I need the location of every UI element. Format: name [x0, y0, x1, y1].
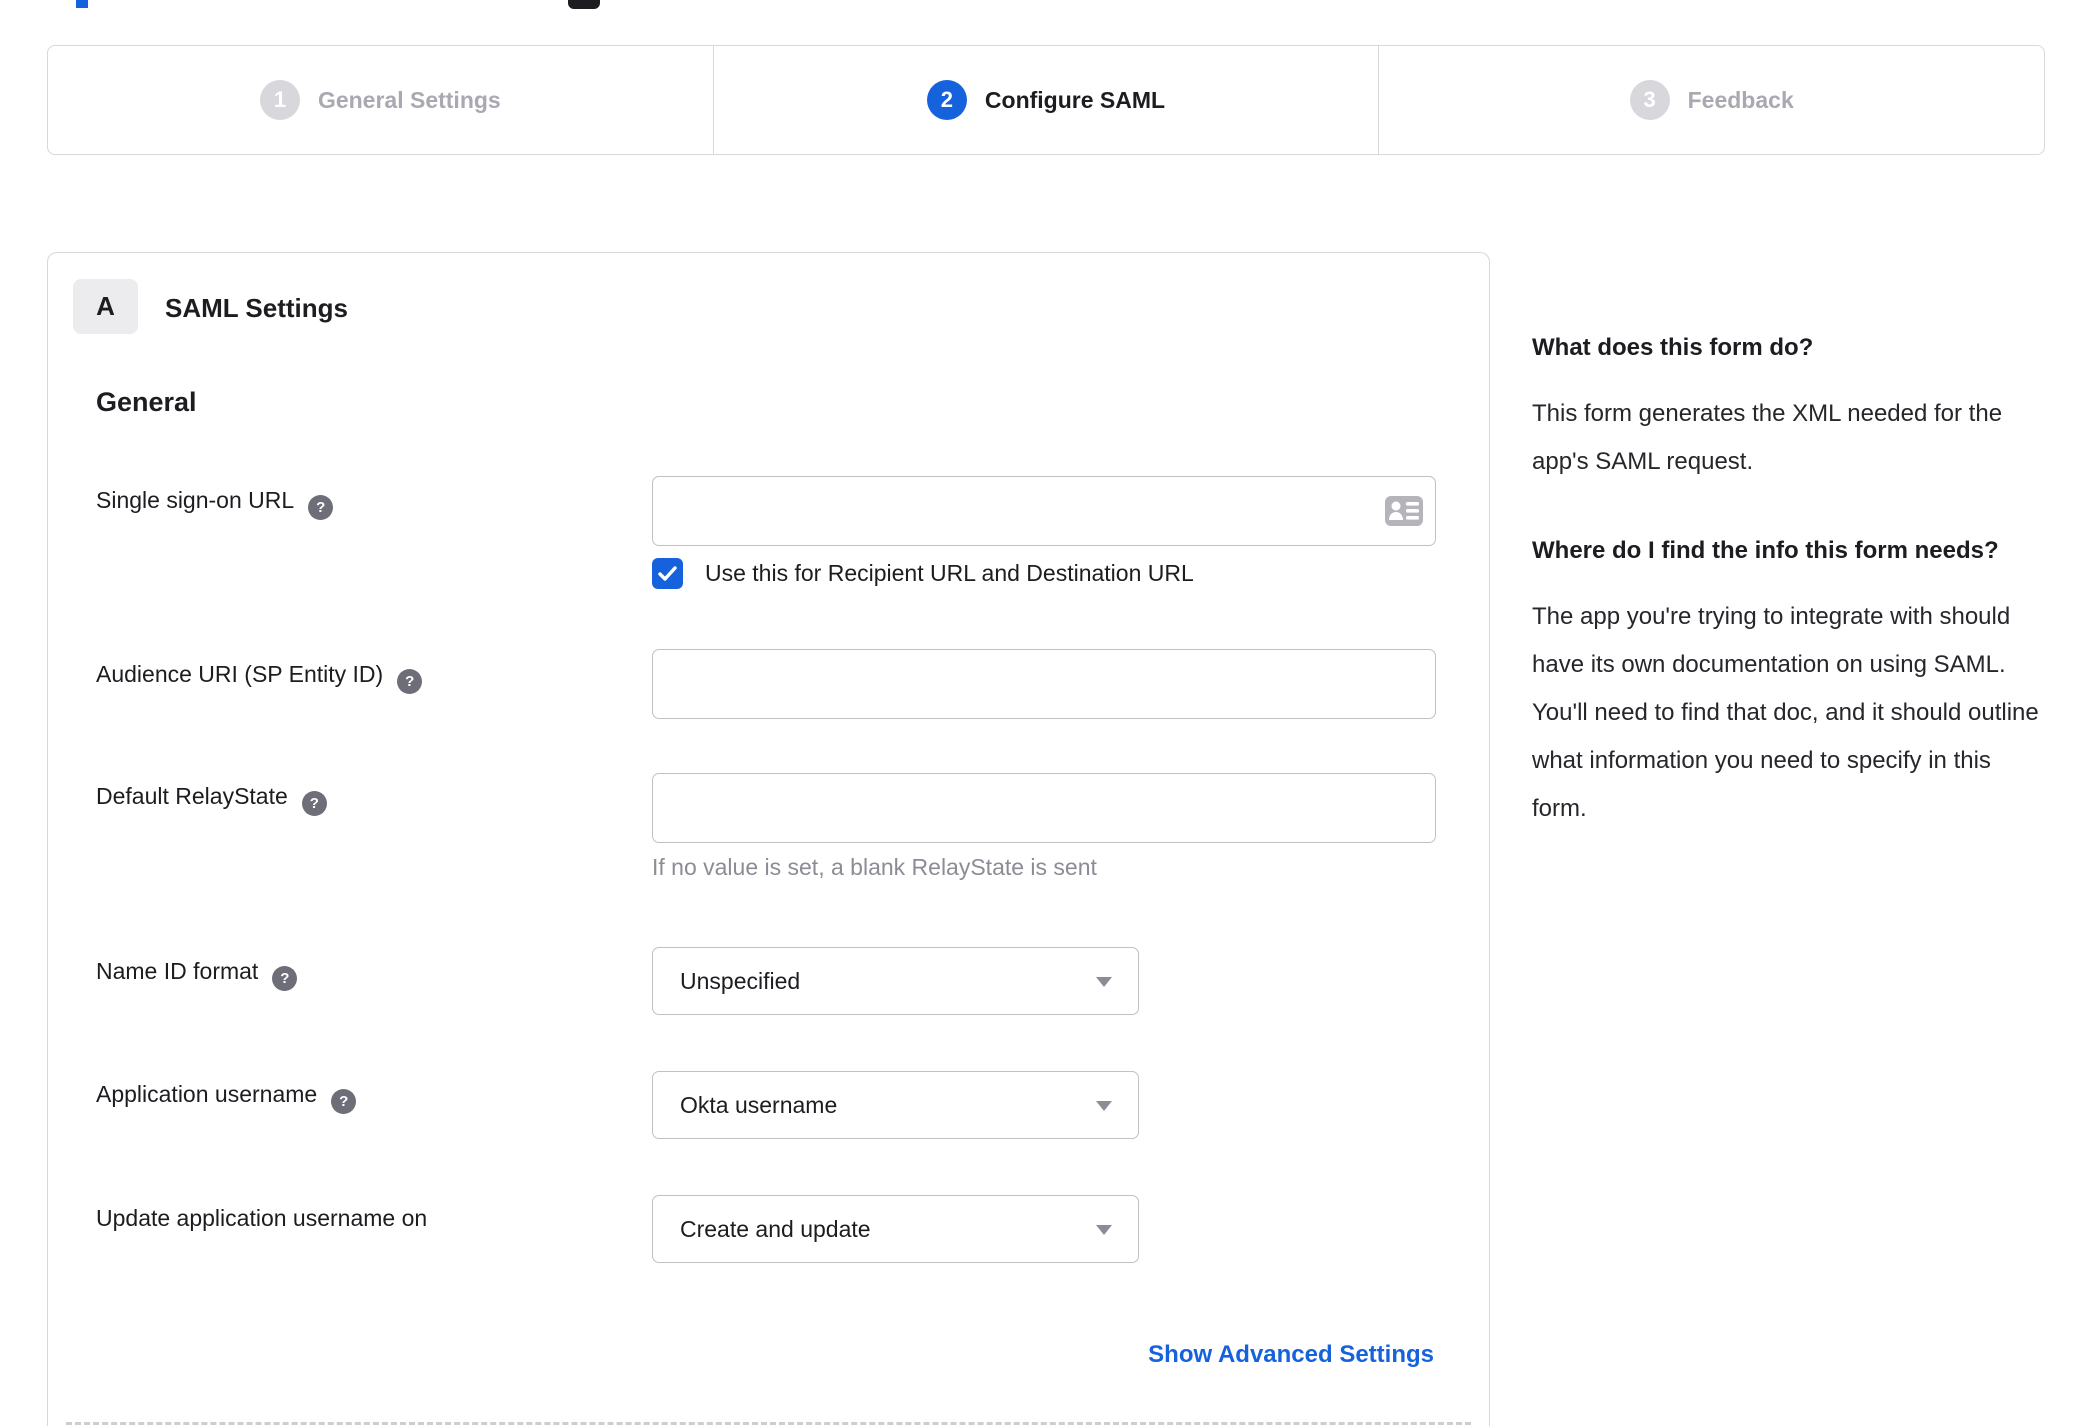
recipient-url-checkbox-row: Use this for Recipient URL and Destinati…: [652, 558, 1194, 589]
help-icon[interactable]: ?: [272, 966, 298, 991]
selected-value: Create and update: [680, 1215, 871, 1242]
step-feedback[interactable]: 3 Feedback: [1378, 46, 2044, 154]
sidebar-body-what: This form generates the XML needed for t…: [1532, 400, 2003, 475]
panel-dashed-divider: [66, 1422, 1471, 1425]
panel-title: SAML Settings: [165, 293, 348, 323]
general-section-title: General: [96, 387, 197, 417]
sidebar-heading-where: Where do I find the info this form needs…: [1532, 537, 1999, 564]
step-label: Configure SAML: [984, 86, 1166, 113]
sidebar-body-where: The app you're trying to integrate with …: [1532, 603, 2039, 822]
update-username-select[interactable]: Create and update: [652, 1195, 1139, 1263]
application-username-label: Application username?: [96, 1081, 357, 1114]
step-number-badge: 3: [1629, 80, 1670, 120]
sso-url-input[interactable]: [652, 476, 1436, 546]
relay-state-input[interactable]: [652, 773, 1436, 843]
audience-uri-input[interactable]: [652, 649, 1436, 719]
saml-settings-panel: A SAML Settings General Single sign-on U…: [47, 252, 1490, 1426]
step-number-badge: 1: [259, 80, 300, 120]
show-advanced-settings-link[interactable]: Show Advanced Settings: [1148, 1341, 1434, 1369]
contact-card-icon: [1385, 496, 1423, 526]
sidebar-heading-what: What does this form do?: [1532, 334, 1814, 361]
step-label: General Settings: [317, 86, 501, 113]
update-username-label: Update application username on: [96, 1205, 428, 1231]
chevron-down-icon: [1096, 1225, 1112, 1235]
chevron-down-icon: [1096, 977, 1112, 987]
selected-value: Unspecified: [680, 967, 801, 994]
selected-value: Okta username: [680, 1091, 838, 1118]
relay-state-hint: If no value is set, a blank RelayState i…: [652, 854, 1097, 880]
application-username-select[interactable]: Okta username: [652, 1071, 1139, 1139]
name-id-format-select[interactable]: Unspecified: [652, 947, 1139, 1015]
step-label: Feedback: [1687, 86, 1794, 113]
recipient-url-checkbox-label: Use this for Recipient URL and Destinati…: [705, 560, 1194, 586]
cutoff-logo-fragment: [76, 0, 88, 8]
help-icon[interactable]: ?: [301, 791, 327, 816]
help-sidebar: What does this form do? This form genera…: [1532, 325, 2044, 875]
audience-uri-label: Audience URI (SP Entity ID)?: [96, 661, 423, 694]
help-icon[interactable]: ?: [331, 1089, 357, 1114]
relay-state-label: Default RelayState?: [96, 783, 327, 816]
wizard-stepper: 1 General Settings 2 Configure SAML 3 Fe…: [47, 45, 2045, 155]
step-general-settings[interactable]: 1 General Settings: [48, 46, 713, 154]
checkmark-icon: [658, 566, 677, 581]
help-icon[interactable]: ?: [308, 495, 334, 520]
sso-url-label: Single sign-on URL?: [96, 487, 334, 520]
recipient-url-checkbox[interactable]: [652, 558, 683, 589]
cutoff-icon-fragment: [568, 0, 600, 9]
step-number-badge: 2: [926, 80, 967, 120]
chevron-down-icon: [1096, 1101, 1112, 1111]
help-icon[interactable]: ?: [397, 669, 423, 694]
section-a-badge: A: [73, 279, 138, 334]
step-configure-saml[interactable]: 2 Configure SAML: [712, 46, 1379, 154]
name-id-format-label: Name ID format?: [96, 958, 298, 991]
